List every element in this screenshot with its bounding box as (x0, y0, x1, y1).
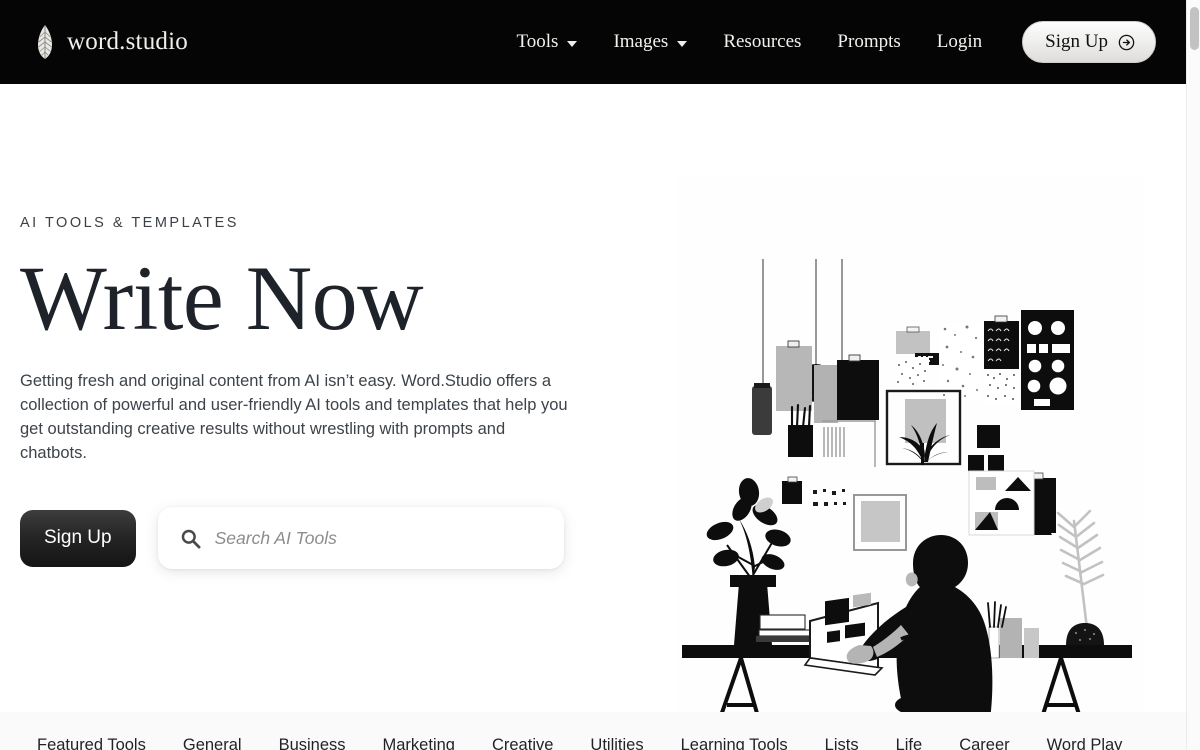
search-bar[interactable] (157, 507, 564, 570)
tab-creative[interactable]: Creative (492, 736, 553, 750)
nav-item-images[interactable]: Images (595, 23, 705, 61)
chevron-down-icon (677, 40, 688, 47)
search-icon (180, 528, 201, 549)
page-scrollbar[interactable] (1186, 0, 1200, 750)
hero-signup-button[interactable]: Sign Up (20, 509, 136, 567)
tab-life[interactable]: Life (896, 736, 923, 750)
tab-word-play[interactable]: Word Play (1047, 736, 1123, 750)
brand-name: word.studio (67, 28, 188, 55)
brand-logo[interactable]: word.studio (34, 24, 188, 60)
nav-item-label: Tools (516, 31, 559, 52)
hero-section: AI TOOLS & TEMPLATES Write Now Getting f… (0, 84, 1186, 727)
tab-general[interactable]: General (183, 736, 242, 750)
nav-item-login[interactable]: Login (919, 23, 1000, 61)
tab-business[interactable]: Business (279, 736, 346, 750)
tab-marketing[interactable]: Marketing (383, 736, 455, 750)
tab-featured-tools[interactable]: Featured Tools (37, 736, 146, 750)
hero-illustration (677, 175, 1143, 727)
hero-description: Getting fresh and original content from … (20, 372, 568, 463)
category-tab-bar: Featured Tools General Business Marketin… (0, 712, 1186, 750)
tab-career[interactable]: Career (959, 736, 1009, 750)
header-signup-button[interactable]: Sign Up (1022, 21, 1156, 63)
nav-item-label: Images (613, 31, 669, 52)
scrollbar-thumb[interactable] (1190, 7, 1199, 50)
hero-copy: AI TOOLS & TEMPLATES Write Now Getting f… (20, 215, 600, 570)
tab-learning-tools[interactable]: Learning Tools (681, 736, 788, 750)
tab-lists[interactable]: Lists (825, 736, 859, 750)
header-signup-label: Sign Up (1045, 31, 1108, 52)
nav-item-resources[interactable]: Resources (705, 23, 819, 61)
arrow-right-circle-icon (1118, 34, 1135, 51)
nav-item-label: Prompts (837, 31, 901, 52)
hero-cta-row: Sign Up (20, 507, 600, 570)
page-root: word.studio Tools Images Resources Promp… (0, 0, 1200, 750)
nav-item-tools[interactable]: Tools (499, 23, 596, 61)
search-input[interactable] (214, 527, 546, 549)
main-navigation: Tools Images Resources Prompts Login Sig… (499, 21, 1156, 63)
nav-item-prompts[interactable]: Prompts (819, 23, 918, 61)
nav-item-label: Login (936, 31, 983, 52)
page-title: Write Now (20, 247, 424, 349)
feather-quill-icon (34, 24, 56, 60)
hero-eyebrow: AI TOOLS & TEMPLATES (20, 215, 239, 231)
chevron-down-icon (567, 40, 578, 47)
tab-utilities[interactable]: Utilities (590, 736, 643, 750)
nav-item-label: Resources (723, 31, 802, 52)
site-header: word.studio Tools Images Resources Promp… (0, 0, 1186, 84)
